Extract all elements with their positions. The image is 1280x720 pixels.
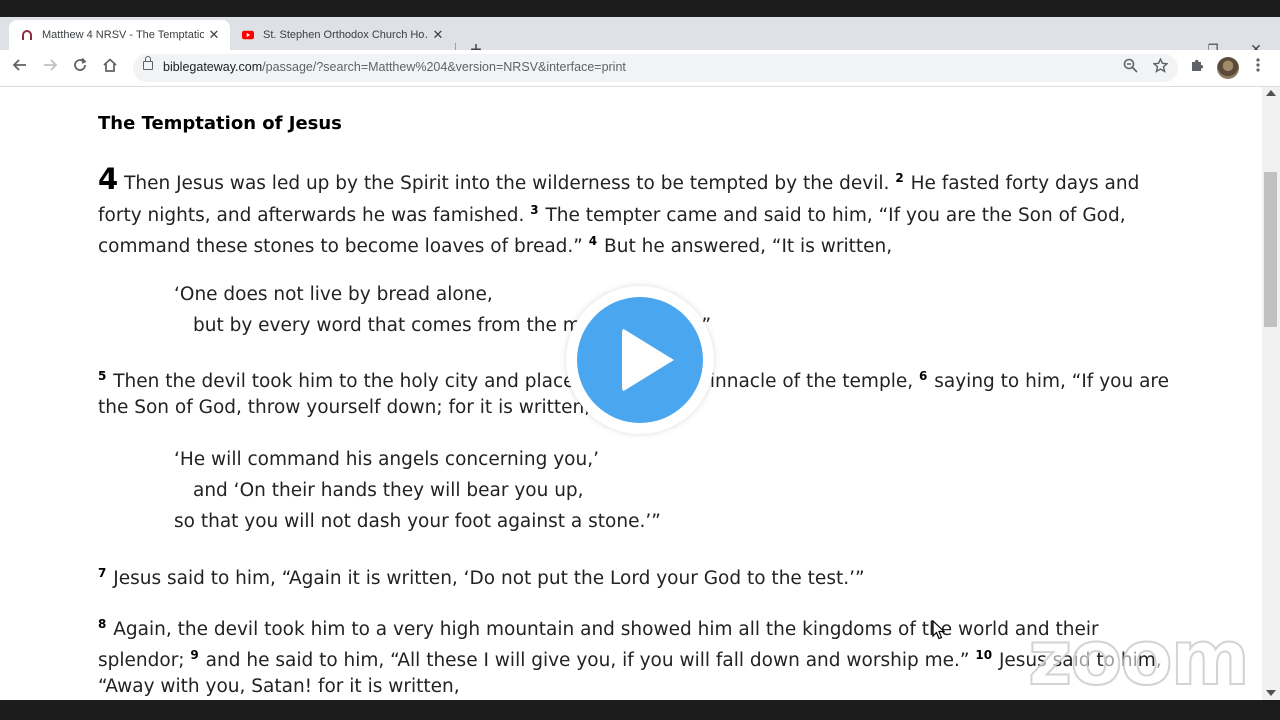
verse-line: 7 Jesus said to him, “Again it is writte… bbox=[98, 558, 865, 594]
verse-number: 2 bbox=[895, 171, 904, 185]
extensions-puzzle-icon[interactable] bbox=[1186, 57, 1208, 79]
verse-text: and he said to him, “All these I will gi… bbox=[205, 650, 970, 671]
poetry-line: and ‘On their hands they will bear you u… bbox=[193, 480, 584, 501]
zoom-watermark: zoom bbox=[1027, 613, 1251, 702]
verse-text: Then the devil took him to the holy city… bbox=[113, 371, 914, 392]
scroll-down-arrow-icon[interactable] bbox=[1266, 690, 1276, 696]
verse-number: 5 bbox=[98, 369, 107, 383]
play-button[interactable] bbox=[566, 286, 714, 434]
verse-text: saying to him, “If you are bbox=[934, 371, 1169, 392]
tab-st-stephen[interactable]: St. Stephen Orthodox Church Ho… ✕ bbox=[230, 20, 454, 50]
poetry-line: so that you will not dash your foot agai… bbox=[174, 511, 661, 532]
screen-frame-bottom bbox=[0, 700, 1280, 720]
address-bar[interactable]: biblegateway.com/passage/?search=Matthew… bbox=[133, 54, 1178, 82]
verse-text: The tempter came and said to him, “If yo… bbox=[545, 205, 1126, 226]
page-scrollbar[interactable] bbox=[1262, 87, 1280, 700]
verse-number: 6 bbox=[919, 369, 928, 383]
tab-title: St. Stephen Orthodox Church Ho… bbox=[263, 29, 428, 41]
forward-button[interactable] bbox=[38, 57, 62, 79]
chapter-number: 4 bbox=[98, 162, 119, 196]
verse-number: 9 bbox=[190, 648, 199, 662]
zoom-icon[interactable] bbox=[1120, 58, 1140, 78]
back-button[interactable] bbox=[8, 57, 32, 79]
url-path: /passage/?search=Matthew%204&version=NRS… bbox=[262, 60, 626, 74]
menu-kebab-icon[interactable] bbox=[1247, 57, 1269, 79]
verse-number: 10 bbox=[975, 648, 993, 662]
profile-avatar[interactable] bbox=[1217, 57, 1239, 79]
youtube-icon bbox=[242, 29, 254, 41]
close-tab-icon[interactable]: ✕ bbox=[428, 27, 448, 43]
play-icon bbox=[622, 328, 674, 392]
scroll-up-arrow-icon[interactable] bbox=[1266, 90, 1276, 96]
verse-text: splendor; bbox=[98, 650, 185, 671]
tab-strip: Matthew 4 NRSV - The Temptation of Jesus… bbox=[0, 17, 1280, 61]
verse-text: Then Jesus was led up by the Spirit into… bbox=[124, 173, 890, 194]
url-host: biblegateway.com bbox=[163, 60, 263, 74]
url-text[interactable]: biblegateway.com/passage/?search=Matthew… bbox=[163, 60, 626, 74]
verse-number: 8 bbox=[98, 617, 107, 631]
lock-icon bbox=[143, 56, 153, 70]
passage-heading: The Temptation of Jesus bbox=[98, 113, 342, 134]
tab-matthew-4[interactable]: Matthew 4 NRSV - The Temptation of Jesus… bbox=[9, 20, 230, 50]
back-arrow-icon bbox=[12, 59, 26, 71]
reload-button[interactable] bbox=[68, 57, 92, 79]
verse-number: 7 bbox=[98, 566, 107, 580]
verse-text: command these stones to become loaves of… bbox=[98, 236, 583, 257]
verse-text: Jesus said to him, “Again it is written,… bbox=[113, 568, 865, 589]
play-button-circle bbox=[577, 297, 703, 423]
tab-title: Matthew 4 NRSV - The Temptation of Jesus bbox=[42, 29, 204, 41]
biblegateway-icon bbox=[21, 29, 33, 41]
poetry-line: ‘One does not live by bread alone, bbox=[174, 284, 493, 305]
verse-line: the Son of God, throw yourself down; for… bbox=[98, 397, 591, 418]
verse-line: “Away with you, Satan! for it is written… bbox=[98, 676, 460, 697]
verse-text: But he answered, “It is written, bbox=[604, 236, 893, 257]
verse-text: Again, the devil took him to a very high… bbox=[113, 619, 1099, 640]
verse-line: 4 Then Jesus was led up by the Spirit in… bbox=[98, 163, 1139, 199]
verse-line: command these stones to become loaves of… bbox=[98, 226, 892, 262]
bookmark-star-icon[interactable] bbox=[1150, 57, 1170, 78]
verse-text: He fasted forty days and bbox=[910, 173, 1140, 194]
poetry-line: ‘He will command his angels concerning y… bbox=[174, 449, 599, 470]
verse-number: 3 bbox=[530, 203, 539, 217]
browser-toolbar: biblegateway.com/passage/?search=Matthew… bbox=[0, 50, 1280, 87]
reload-icon bbox=[74, 57, 87, 71]
home-button[interactable] bbox=[98, 57, 122, 79]
scrollbar-thumb[interactable] bbox=[1264, 172, 1277, 327]
home-icon bbox=[103, 58, 117, 72]
forward-arrow-icon bbox=[44, 59, 58, 71]
verse-text: forty nights, and afterwards he was fami… bbox=[98, 205, 525, 226]
close-tab-icon[interactable]: ✕ bbox=[204, 27, 224, 43]
mouse-cursor-icon bbox=[932, 619, 946, 645]
screen-frame-top bbox=[0, 0, 1280, 17]
verse-number: 4 bbox=[588, 234, 598, 248]
